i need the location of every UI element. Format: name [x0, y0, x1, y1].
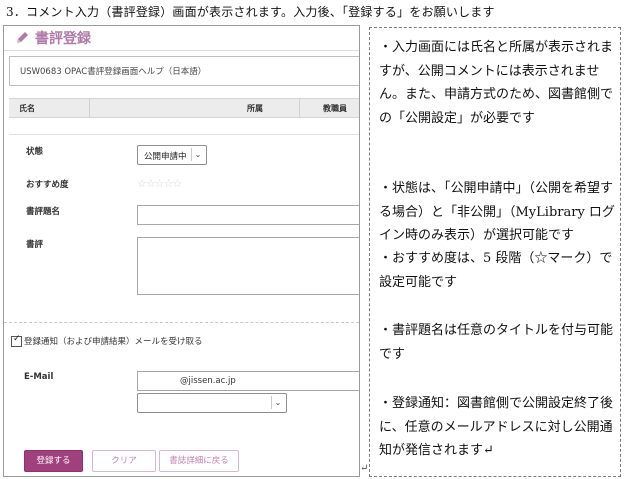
status-label: 状態 — [26, 147, 44, 157]
title-bar: 書評登録 — [4, 26, 359, 50]
email-input[interactable]: @jissen.ac.jp — [137, 371, 359, 391]
notify-checkbox[interactable]: ✓ — [11, 334, 22, 347]
instruction-heading: 3．コメント入力（書評登録）画面が表示されます。入力後、「登録する」をお願いしま… — [6, 5, 495, 19]
name-header: 氏名 — [19, 104, 35, 113]
row-divider — [9, 134, 359, 135]
status-select-value: 公開申請中 — [144, 152, 187, 162]
email-domain-select[interactable]: ⌄ — [137, 393, 287, 413]
notify-checkbox-label: 登録通知（および申請結果）メールを受け取る — [24, 337, 203, 347]
staff-header: 教職員 — [323, 104, 347, 113]
back-to-detail-button[interactable]: 書誌詳細に戻る — [159, 450, 239, 472]
affiliation-header: 所属 — [247, 104, 263, 113]
title-divider — [4, 50, 359, 51]
email-input-value: @jissen.ac.jp — [180, 376, 236, 386]
section-divider — [4, 322, 359, 323]
help-link-box[interactable]: USW0683 OPAC書評登録画面ヘルプ（日本語） — [9, 56, 359, 86]
note-paragraph: ・登録通知：図書館側で公開設定終了後に、任意のメールアドレスに対し公開通知が発信… — [379, 396, 614, 458]
rating-label: おすすめ度 — [26, 180, 69, 190]
review-title-label: 書評題名 — [26, 207, 61, 217]
email-label: E-Mail — [24, 372, 54, 382]
note-paragraph: ・書評題名は任意のタイトルを付与可能です — [379, 323, 614, 362]
return-mark: ↵ — [360, 463, 369, 474]
help-link[interactable]: USW0683 OPAC書評登録画面ヘルプ（日本語） — [20, 65, 206, 77]
user-info-header: 氏名 所属 教職員 — [9, 98, 359, 118]
rating-stars[interactable]: ☆☆☆☆☆ — [137, 177, 182, 190]
clear-button[interactable]: クリア — [92, 450, 156, 472]
review-label: 書評 — [26, 240, 44, 250]
register-button[interactable]: 登録する — [24, 450, 83, 472]
review-title-input[interactable] — [137, 205, 359, 225]
note-paragraph: ・おすすめ度は、5 段階（☆マーク）で設定可能です — [379, 251, 613, 290]
page-title: 書評登録 — [35, 31, 91, 47]
chevron-down-icon: ⌄ — [191, 148, 204, 161]
note-paragraph: ・入力画面には氏名と所属が表示されますが、公開コメントには表示されません。また、… — [379, 40, 614, 126]
check-icon: ✓ — [13, 334, 21, 344]
screenshot-frame: 書評登録 USW0683 OPAC書評登録画面ヘルプ（日本語） 氏名 所属 教職… — [3, 25, 360, 477]
notes-box: ・入力画面には氏名と所属が表示されますが、公開コメントには表示されません。また、… — [369, 27, 621, 477]
status-select[interactable]: 公開申請中 ⌄ — [137, 145, 207, 165]
column-divider — [89, 99, 90, 117]
chevron-down-icon: ⌄ — [271, 396, 284, 409]
pen-icon — [17, 32, 28, 43]
column-divider — [299, 99, 300, 117]
review-textarea[interactable] — [137, 237, 359, 295]
note-paragraph: ・状態は、「公開申請中」（公開を希望する場合）と「非公開」（MyLibrary … — [379, 181, 615, 243]
